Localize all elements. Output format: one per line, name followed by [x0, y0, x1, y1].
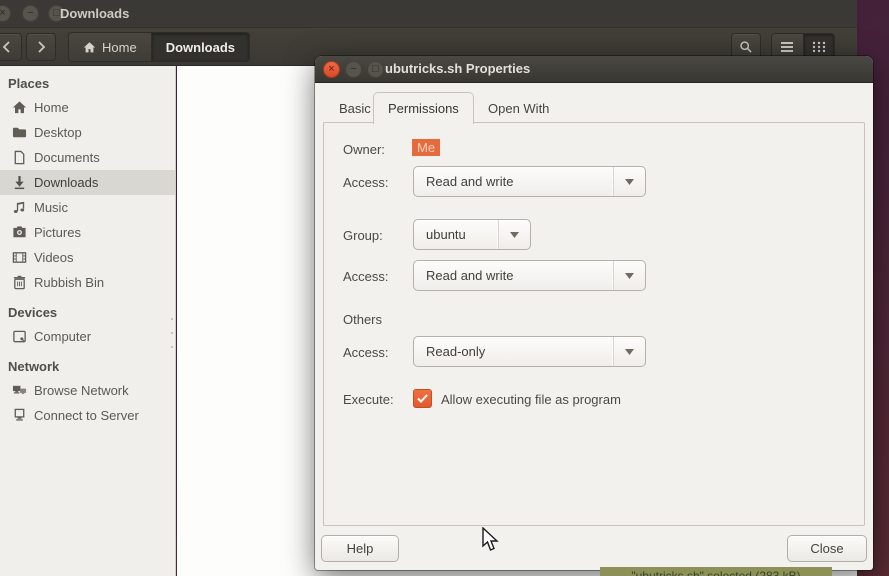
sidebar-item-home[interactable]: Home [0, 95, 175, 120]
window-titlebar: × − □ Downloads [0, 0, 857, 28]
owner-access-dropdown[interactable]: Read and write [413, 166, 646, 197]
tab-permissions[interactable]: Permissions [373, 92, 474, 124]
group-label: Group: [343, 228, 383, 243]
music-icon [12, 200, 27, 215]
sidebar-item-label: Music [34, 200, 68, 215]
desktop-folder-icon [12, 125, 27, 140]
dialog-close-button[interactable]: × [323, 61, 340, 78]
forward-button[interactable] [26, 33, 56, 61]
search-icon [739, 40, 753, 54]
sidebar-heading-places: Places [0, 66, 175, 95]
chevron-down-icon [613, 337, 645, 366]
home-icon [12, 100, 27, 115]
mouse-cursor [482, 527, 500, 556]
sidebar-item-label: Rubbish Bin [34, 275, 104, 290]
sidebar-item-label: Computer [34, 329, 91, 344]
group-access-value: Read and write [414, 268, 613, 283]
sidebar-heading-network: Network [0, 349, 175, 378]
sidebar-item-connect-to-server[interactable]: Connect to Server [0, 403, 175, 428]
dialog-minimize-button[interactable]: − [345, 61, 362, 78]
window-minimize-button[interactable]: − [22, 5, 39, 22]
owner-access-label: Access: [343, 175, 389, 190]
download-icon [12, 175, 27, 190]
window-title: Downloads [60, 6, 129, 21]
sidebar-item-browse-network[interactable]: Browse Network [0, 378, 175, 403]
sidebar-item-label: Home [34, 100, 69, 115]
sidebar-item-pictures[interactable]: Pictures [0, 220, 175, 245]
properties-dialog: × − □ ubutricks.sh Properties Basic Perm… [315, 56, 873, 570]
others-access-label: Access: [343, 345, 389, 360]
sidebar-item-label: Pictures [34, 225, 81, 240]
back-icon [2, 41, 12, 53]
camera-icon [12, 225, 27, 240]
breadcrumb-home[interactable]: Home [69, 33, 151, 61]
group-access-dropdown[interactable]: Read and write [413, 260, 646, 291]
list-view-icon [780, 41, 794, 53]
sidebar-item-rubbish-bin[interactable]: Rubbish Bin [0, 270, 175, 295]
forward-icon [36, 41, 46, 53]
sidebar-item-label: Desktop [34, 125, 82, 140]
sidebar-item-videos[interactable]: Videos [0, 245, 175, 270]
close-button[interactable]: Close [787, 535, 867, 562]
dialog-maximize-button[interactable]: □ [367, 61, 384, 78]
breadcrumb-home-label: Home [102, 40, 137, 55]
group-value: ubuntu [414, 227, 498, 242]
status-bar: "ubutricks.sh" selected (283 kB) [600, 567, 832, 576]
sidebar-item-computer[interactable]: Computer [0, 324, 175, 349]
back-button[interactable] [0, 33, 22, 61]
sidebar-item-label: Documents [34, 150, 100, 165]
chevron-down-icon [498, 220, 530, 249]
sidebar-item-music[interactable]: Music [0, 195, 175, 220]
sidebar-item-downloads[interactable]: Downloads [0, 170, 175, 195]
sidebar-item-label: Downloads [34, 175, 98, 190]
network-icon [12, 383, 27, 398]
dialog-title: ubutricks.sh Properties [385, 61, 530, 76]
sidebar-item-label: Connect to Server [34, 408, 139, 423]
execute-checkbox-label: Allow executing file as program [441, 392, 621, 407]
check-icon [417, 394, 428, 403]
chevron-down-icon [613, 261, 645, 290]
sidebar: Places Home Desktop Documents Downloads … [0, 66, 176, 576]
help-button[interactable]: Help [321, 535, 399, 562]
breadcrumb-current[interactable]: Downloads [151, 33, 249, 61]
execute-label: Execute: [343, 392, 394, 407]
trash-icon [12, 275, 27, 290]
dialog-titlebar: × − □ ubutricks.sh Properties [315, 56, 873, 83]
others-label: Others [343, 312, 382, 327]
tab-open-with[interactable]: Open With [474, 94, 563, 123]
sidebar-heading-devices: Devices [0, 295, 175, 324]
document-icon [12, 150, 27, 165]
sidebar-item-desktop[interactable]: Desktop [0, 120, 175, 145]
sidebar-item-label: Browse Network [34, 383, 129, 398]
owner-access-value: Read and write [414, 174, 613, 189]
owner-label: Owner: [343, 142, 385, 157]
others-access-dropdown[interactable]: Read-only [413, 336, 646, 367]
chevron-down-icon [613, 167, 645, 196]
sidebar-item-label: Videos [34, 250, 74, 265]
disk-icon [12, 329, 27, 344]
home-icon [83, 41, 96, 54]
pane-resize-handle[interactable] [171, 318, 174, 348]
sidebar-item-documents[interactable]: Documents [0, 145, 175, 170]
icon-view-icon [812, 41, 826, 53]
breadcrumb: Home Downloads [68, 32, 250, 62]
status-text: "ubutricks.sh" selected (283 kB) [631, 569, 800, 576]
group-access-label: Access: [343, 269, 389, 284]
film-icon [12, 250, 27, 265]
owner-value[interactable]: Me [412, 139, 440, 156]
others-access-value: Read-only [414, 344, 613, 359]
breadcrumb-current-label: Downloads [166, 40, 235, 55]
server-icon [12, 408, 27, 423]
group-dropdown[interactable]: ubuntu [413, 219, 531, 250]
execute-checkbox[interactable] [413, 389, 432, 408]
window-close-button[interactable]: × [0, 5, 11, 22]
